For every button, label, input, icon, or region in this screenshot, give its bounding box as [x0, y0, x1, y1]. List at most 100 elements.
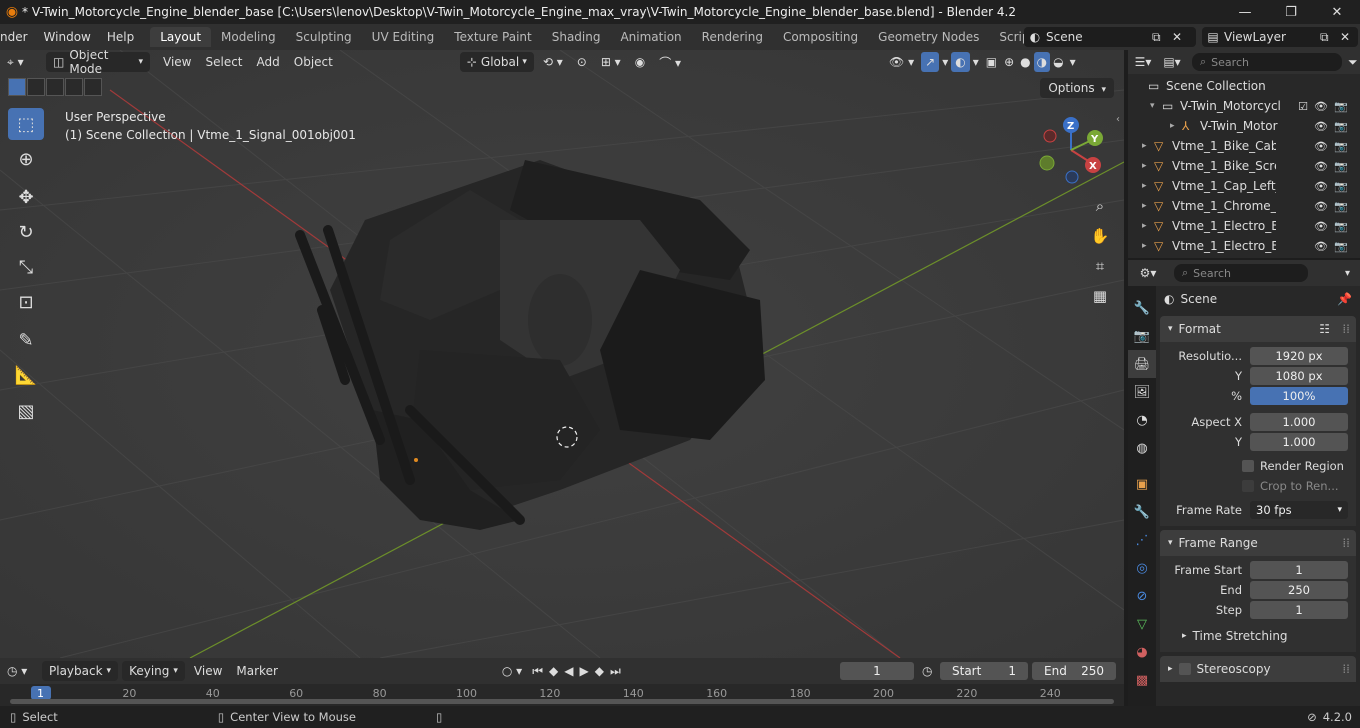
presets-icon[interactable]: ☷: [1319, 322, 1330, 336]
tab-compositing[interactable]: Compositing: [773, 27, 868, 47]
transform-tool-icon[interactable]: ⊡: [8, 286, 44, 318]
render-tab-icon[interactable]: 📷: [1128, 322, 1156, 350]
expand-toggle-icon[interactable]: ▸: [1142, 181, 1154, 191]
expand-toggle-icon[interactable]: ▸: [1170, 121, 1182, 131]
proportional-edit-icon[interactable]: ◉: [628, 52, 652, 72]
gizmo-dropdown-icon[interactable]: ▾: [939, 52, 951, 72]
outliner-root[interactable]: ▭ Scene Collection: [1128, 76, 1360, 96]
visibility-icon[interactable]: 👁 ▾: [882, 52, 921, 72]
menu-view[interactable]: View: [156, 52, 198, 72]
display-mode-icon[interactable]: ▤▾: [1158, 55, 1186, 69]
scene-tab-icon[interactable]: ◔: [1128, 406, 1156, 434]
play-reverse-icon[interactable]: ◀: [561, 661, 576, 681]
render-region-checkbox[interactable]: Render Region: [1242, 456, 1356, 476]
outliner-row[interactable]: ▸ ⅄ V-Twin_Motor 👁 📷: [1128, 116, 1360, 136]
menu-object[interactable]: Object: [287, 52, 340, 72]
scene-selector[interactable]: ◐ Scene ⧉ ✕: [1024, 27, 1196, 47]
menu-select[interactable]: Select: [198, 52, 249, 72]
material-shading-icon[interactable]: ◑: [1033, 52, 1051, 72]
camera-icon[interactable]: 📷: [1334, 180, 1348, 193]
remove-scene-icon[interactable]: ✕: [1172, 30, 1188, 44]
overlay-dropdown-icon[interactable]: ▾: [970, 52, 982, 72]
resolution-percent-slider[interactable]: 100%: [1250, 387, 1348, 405]
menu-marker[interactable]: Marker: [229, 661, 284, 681]
scale-tool-icon[interactable]: ⤡: [8, 251, 44, 283]
3d-viewport[interactable]: Z X Y ⌖ ▾ ◫ Object Mode ▾ View Select Ad…: [0, 50, 1124, 658]
timeline-ruler[interactable]: 1 20 40 60 80 100 120 140 160 180 200 220 240: [0, 684, 1124, 706]
maximize-icon[interactable]: ❐: [1268, 0, 1314, 24]
chevron-down-icon[interactable]: ▾: [1345, 268, 1350, 279]
camera-icon[interactable]: 📷: [1334, 240, 1348, 253]
pin-icon[interactable]: 📌: [1337, 292, 1352, 306]
tool-tab-icon[interactable]: 🔧: [1128, 294, 1156, 322]
select-intersect-icon[interactable]: [84, 78, 102, 96]
outliner-row[interactable]: ▸ ▽ Vtme_1_Electro_Bo 👁 📷: [1128, 236, 1360, 256]
pivot-icon[interactable]: ⟲ ▾: [536, 52, 570, 72]
mode-dropdown[interactable]: ◫ Object Mode ▾: [46, 50, 150, 76]
menu-timeline-view[interactable]: View: [187, 661, 229, 681]
tab-rendering[interactable]: Rendering: [692, 27, 773, 47]
view-layer-selector[interactable]: ▤ ViewLayer ⧉ ✕: [1202, 27, 1358, 47]
tab-modeling[interactable]: Modeling: [211, 27, 286, 47]
filter-icon[interactable]: ⏷: [1348, 55, 1358, 70]
menu-help[interactable]: Help: [99, 30, 142, 44]
menu-window[interactable]: Window: [36, 30, 99, 44]
tab-geometry-nodes[interactable]: Geometry Nodes: [868, 27, 989, 47]
overlay-toggle-icon[interactable]: ◐: [951, 52, 970, 72]
stereoscopy-panel-header[interactable]: ▸ Stereoscopy ⁞⁞: [1160, 656, 1356, 682]
add-cube-tool-icon[interactable]: ▧: [8, 395, 44, 427]
world-tab-icon[interactable]: ◍: [1128, 434, 1156, 462]
play-icon[interactable]: ▶: [576, 661, 591, 681]
frame-start-field[interactable]: 1: [1250, 561, 1348, 579]
current-frame-field[interactable]: 1: [840, 662, 914, 680]
properties-editor-icon[interactable]: ⚙▾: [1128, 266, 1168, 280]
outliner-row[interactable]: ▸▽ Vtme_1_Bike_Screv 👁 📷: [1128, 156, 1360, 176]
expand-toggle-icon[interactable]: ▸: [1142, 141, 1154, 151]
camera-icon[interactable]: 📷: [1334, 120, 1348, 133]
material-tab-icon[interactable]: ◕: [1128, 638, 1156, 666]
camera-icon[interactable]: 📷: [1334, 160, 1348, 173]
sidebar-toggle-icon[interactable]: ‹: [1116, 114, 1124, 125]
view-layer-tab-icon[interactable]: 🖼: [1128, 378, 1156, 406]
menu-render[interactable]: nder: [0, 30, 36, 44]
aspect-x-field[interactable]: 1.000: [1250, 413, 1348, 431]
crop-checkbox[interactable]: Crop to Ren...: [1242, 476, 1356, 496]
options-dropdown[interactable]: Options ▾: [1040, 78, 1114, 98]
tab-sculpting[interactable]: Sculpting: [286, 27, 362, 47]
eye-icon[interactable]: 👁: [1314, 120, 1328, 133]
timeline-editor-icon[interactable]: ◷ ▾: [0, 661, 40, 681]
camera-view-icon[interactable]: ⌗: [1086, 252, 1114, 280]
object-tab-icon[interactable]: ▣: [1128, 470, 1156, 498]
frame-step-field[interactable]: 1: [1250, 601, 1348, 619]
eye-icon[interactable]: 👁: [1314, 160, 1328, 173]
drag-handle-icon[interactable]: ⁞⁞: [1342, 536, 1350, 550]
select-new-icon[interactable]: [8, 78, 26, 96]
menu-keying[interactable]: Keying ▾: [122, 661, 185, 681]
outliner-search-input[interactable]: ⌕ Search: [1192, 53, 1342, 71]
texture-tab-icon[interactable]: ▩: [1128, 666, 1156, 694]
resolution-y-field[interactable]: 1080 px: [1250, 367, 1348, 385]
cursor-tool-icon[interactable]: ⊕: [8, 143, 44, 175]
camera-icon[interactable]: 📷: [1334, 140, 1348, 153]
data-tab-icon[interactable]: ▽: [1128, 610, 1156, 638]
menu-add[interactable]: Add: [250, 52, 287, 72]
timeline-scrollbar[interactable]: [10, 699, 1114, 704]
wireframe-shading-icon[interactable]: ⊕: [1001, 52, 1017, 72]
eye-icon[interactable]: 👁: [1314, 100, 1328, 113]
camera-icon[interactable]: 📷: [1334, 200, 1348, 213]
remove-view-layer-icon[interactable]: ✕: [1340, 30, 1354, 44]
outliner-row[interactable]: ▸▽ Vtme_1_Bike_Cable 👁 📷: [1128, 136, 1360, 156]
stopwatch-icon[interactable]: ◷: [922, 664, 932, 678]
eye-icon[interactable]: 👁: [1314, 240, 1328, 253]
time-stretching-subpanel[interactable]: ▸ Time Stretching: [1160, 626, 1356, 646]
snap-target-icon[interactable]: ⊞ ▾: [594, 52, 628, 72]
eye-icon[interactable]: 👁: [1314, 180, 1328, 193]
expand-toggle-icon[interactable]: ▸: [1142, 241, 1154, 251]
zoom-icon[interactable]: ⌕: [1086, 192, 1114, 220]
select-invert-icon[interactable]: [65, 78, 83, 96]
output-tab-icon[interactable]: 🖨: [1128, 350, 1156, 378]
close-icon[interactable]: ✕: [1314, 0, 1360, 24]
pan-hand-icon[interactable]: ✋: [1086, 222, 1114, 250]
jump-end-icon[interactable]: ⏭: [607, 661, 624, 681]
frame-range-panel-header[interactable]: ▾ Frame Range ⁞⁞: [1160, 530, 1356, 556]
